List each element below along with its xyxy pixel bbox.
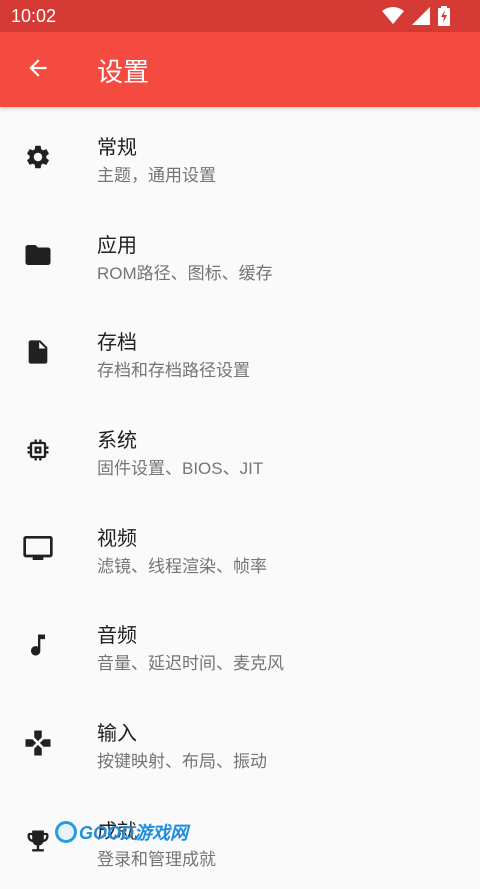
status-time: 10:02: [11, 6, 57, 26]
battery-charging-icon: [438, 6, 450, 30]
settings-item-general[interactable]: 常规 主题，通用设置: [0, 107, 480, 205]
settings-item-summary: 存档和存档路径设置: [97, 361, 250, 381]
page-title: 设置: [97, 57, 150, 87]
settings-item-label: 常规: [97, 137, 137, 159]
music-note-icon: [22, 629, 54, 661]
settings-item-summary: 固件设置、BIOS、JIT: [97, 459, 264, 479]
settings-item-apps[interactable]: 应用 ROM路径、图标、缓存: [0, 205, 480, 303]
settings-item-summary: ROM路径、图标、缓存: [97, 263, 273, 283]
trophy-icon: [22, 825, 54, 857]
settings-item-summary: 按键映射、布局、振动: [97, 752, 267, 772]
arrow-back-icon: [25, 55, 51, 85]
settings-item-label: 音频: [97, 625, 137, 648]
watermark-text: GOOD游戏网: [79, 823, 189, 843]
settings-item-summary: 音量、延迟时间、麦克风: [97, 654, 284, 674]
gamepad-icon: [22, 727, 54, 759]
settings-item-video[interactable]: 视频 滤镜、线程渲染、帧率: [0, 498, 480, 596]
settings-list: 常规 主题，通用设置 应用 ROM路径、图标、缓存 存档 存档和存档路径设置 系…: [0, 107, 480, 889]
wifi-icon: [382, 7, 404, 29]
settings-item-system[interactable]: 系统 固件设置、BIOS、JIT: [0, 400, 480, 498]
settings-item-summary: 登录和管理成就: [97, 849, 216, 869]
gear-icon: [22, 141, 54, 173]
settings-item-label: 系统: [97, 430, 137, 453]
settings-item-input[interactable]: 输入 按键映射、布局、振动: [0, 693, 480, 791]
watermark-logo: GOOD游戏网: [55, 818, 188, 846]
status-bar: 10:02: [0, 0, 480, 32]
settings-item-summary: 主题，通用设置: [97, 166, 216, 185]
settings-item-summary: 滤镜、线程渲染、帧率: [97, 556, 267, 576]
signal-icon: [412, 7, 430, 29]
settings-item-saves[interactable]: 存档 存档和存档路径设置: [0, 302, 480, 400]
settings-item-label: 视频: [97, 527, 137, 550]
settings-item-label: 应用: [97, 234, 137, 257]
monitor-icon: [22, 532, 54, 564]
chip-icon: [22, 434, 54, 466]
settings-item-audio[interactable]: 音频 音量、延迟时间、麦克风: [0, 595, 480, 693]
folder-icon: [22, 239, 54, 271]
back-button[interactable]: [20, 52, 56, 88]
settings-item-label: 输入: [97, 723, 137, 746]
status-icons: [382, 6, 450, 30]
watermark-circle-icon: [55, 821, 77, 843]
file-icon: [22, 336, 54, 368]
app-bar: 设置: [0, 32, 480, 107]
settings-item-label: 存档: [97, 332, 137, 355]
